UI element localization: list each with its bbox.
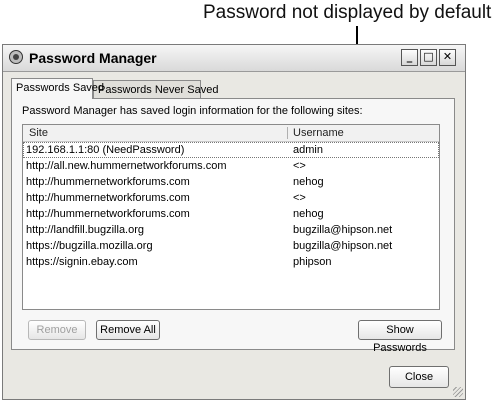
row-site: http://hummernetworkforums.com bbox=[26, 176, 190, 188]
table-row[interactable]: https://bugzilla.mozilla.org bugzilla@hi… bbox=[23, 238, 439, 254]
column-header-username[interactable]: Username bbox=[293, 125, 344, 141]
row-username: bugzilla@hipson.net bbox=[293, 240, 393, 252]
callout-text: Password not displayed by default bbox=[203, 2, 492, 23]
row-site: http://hummernetworkforums.com bbox=[26, 208, 190, 220]
row-site: https://bugzilla.mozilla.org bbox=[26, 240, 153, 252]
table-row[interactable]: http://hummernetworkforums.com <> bbox=[23, 190, 439, 206]
minimize-button[interactable]: _ bbox=[401, 49, 418, 66]
maximize-button[interactable]: □ bbox=[420, 49, 437, 66]
row-username: nehog bbox=[293, 176, 324, 188]
table-row[interactable]: 192.168.1.1:80 (NeedPassword) admin bbox=[23, 142, 439, 158]
row-username: <> bbox=[293, 192, 306, 204]
table-row[interactable]: http://all.new.hummernetworkforums.com <… bbox=[23, 158, 439, 174]
remove-button[interactable]: Remove bbox=[28, 320, 86, 340]
table-row[interactable]: https://signin.ebay.com phipson bbox=[23, 254, 439, 270]
tab-passwords-saved[interactable]: Passwords Saved bbox=[11, 78, 104, 99]
row-site: http://hummernetworkforums.com bbox=[26, 192, 190, 204]
saved-logins-table[interactable]: Site Username 192.168.1.1:80 (NeedPasswo… bbox=[22, 124, 440, 310]
close-button[interactable]: Close bbox=[389, 366, 449, 388]
row-site: https://signin.ebay.com bbox=[26, 256, 138, 268]
row-site: http://landfill.bugzilla.org bbox=[26, 224, 145, 236]
table-row[interactable]: http://landfill.bugzilla.org bugzilla@hi… bbox=[23, 222, 439, 238]
row-username: admin bbox=[293, 144, 323, 156]
table-row[interactable]: http://hummernetworkforums.com nehog bbox=[23, 206, 439, 222]
row-site: http://all.new.hummernetworkforums.com bbox=[26, 160, 227, 172]
remove-all-button[interactable]: Remove All bbox=[96, 320, 160, 340]
table-row[interactable]: http://hummernetworkforums.com nehog bbox=[23, 174, 439, 190]
show-passwords-button[interactable]: Show Passwords bbox=[358, 320, 442, 354]
tab-panel: Password Manager has saved login informa… bbox=[11, 98, 455, 354]
close-window-button[interactable]: ✕ bbox=[439, 49, 456, 66]
tab-passwords-never-saved[interactable]: Passwords Never Saved bbox=[93, 80, 218, 99]
title-bar[interactable]: Password Manager _ □ ✕ bbox=[3, 45, 465, 72]
app-icon bbox=[9, 50, 23, 64]
column-divider[interactable] bbox=[287, 127, 288, 139]
row-username: bugzilla@hipson.net bbox=[293, 224, 393, 236]
password-manager-window: Password Manager _ □ ✕ Passwords Saved P… bbox=[2, 44, 466, 400]
row-username: <> bbox=[293, 160, 306, 172]
window-title: Password Manager bbox=[29, 50, 157, 66]
resize-grip-icon[interactable] bbox=[453, 387, 463, 397]
row-site: 192.168.1.1:80 (NeedPassword) bbox=[26, 144, 185, 156]
column-header-site[interactable]: Site bbox=[29, 125, 48, 141]
table-header: Site Username bbox=[23, 125, 439, 142]
panel-description: Password Manager has saved login informa… bbox=[22, 105, 363, 117]
row-username: phipson bbox=[293, 256, 332, 268]
row-username: nehog bbox=[293, 208, 324, 220]
